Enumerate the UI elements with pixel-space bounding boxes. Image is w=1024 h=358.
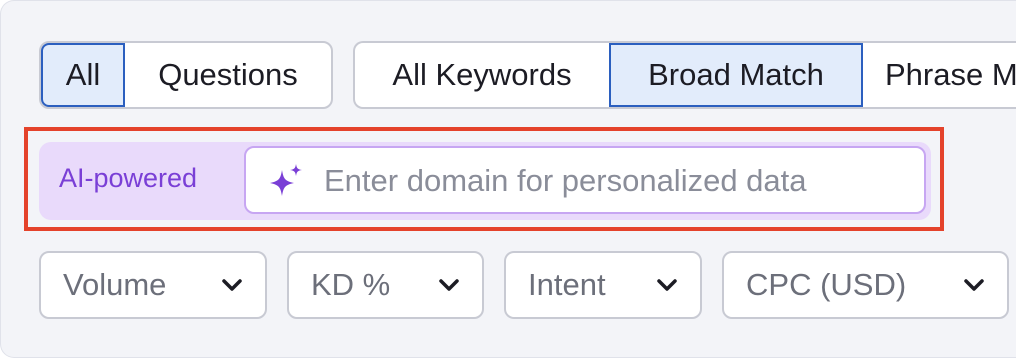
- tab-phrase-match[interactable]: Phrase Match: [863, 43, 1016, 107]
- tab-questions[interactable]: Questions: [125, 43, 331, 107]
- intent-filter-label: Intent: [528, 267, 606, 302]
- intent-filter-dropdown[interactable]: Intent: [504, 251, 702, 319]
- match-type-tabs: All Keywords Broad Match Phrase Match: [353, 41, 1016, 109]
- tab-all[interactable]: All: [41, 43, 125, 107]
- cpc-filter-label: CPC (USD): [746, 267, 907, 302]
- chevron-down-icon: [439, 279, 459, 291]
- volume-filter-label: Volume: [63, 267, 167, 302]
- ai-search-highlight-box: [24, 127, 944, 231]
- question-filter-tabs: All Questions: [39, 41, 333, 109]
- chevron-down-icon: [657, 279, 677, 291]
- chevron-down-icon: [964, 279, 984, 291]
- kd-filter-dropdown[interactable]: KD %: [287, 251, 484, 319]
- kd-filter-label: KD %: [311, 267, 391, 302]
- tab-broad-match[interactable]: Broad Match: [609, 43, 863, 107]
- volume-filter-dropdown[interactable]: Volume: [39, 251, 267, 319]
- keyword-toolbar-panel: All Questions All Keywords Broad Match P…: [0, 0, 1016, 358]
- chevron-down-icon: [222, 279, 242, 291]
- tab-all-keywords[interactable]: All Keywords: [355, 43, 609, 107]
- cpc-filter-dropdown[interactable]: CPC (USD): [722, 251, 1009, 319]
